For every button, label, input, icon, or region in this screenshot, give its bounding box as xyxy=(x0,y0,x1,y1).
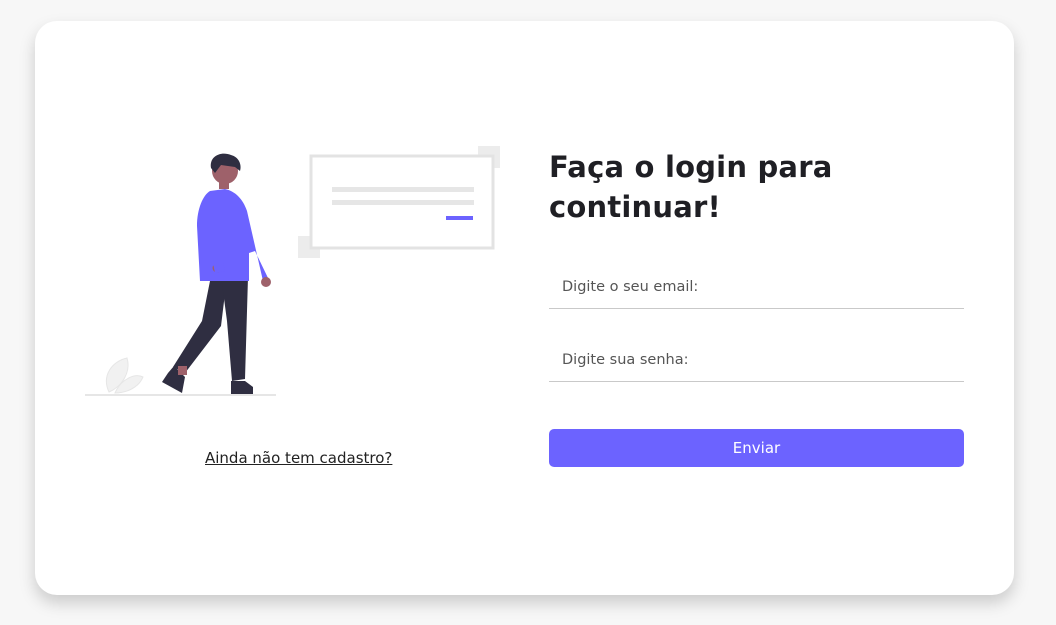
login-form: Faça o login para continuar! Enviar xyxy=(549,147,964,467)
login-heading: Faça o login para continuar! xyxy=(549,150,833,224)
email-input[interactable] xyxy=(549,265,964,309)
person-figure xyxy=(162,153,271,394)
login-card: Ainda não tem cadastro? Faça o login par… xyxy=(35,21,1014,595)
document-accent-line xyxy=(446,216,473,220)
document-line-1 xyxy=(332,187,474,192)
signup-link[interactable]: Ainda não tem cadastro? xyxy=(205,449,392,467)
submit-button[interactable]: Enviar xyxy=(549,429,964,467)
password-input[interactable] xyxy=(549,338,964,382)
document-line-2 xyxy=(332,200,474,205)
